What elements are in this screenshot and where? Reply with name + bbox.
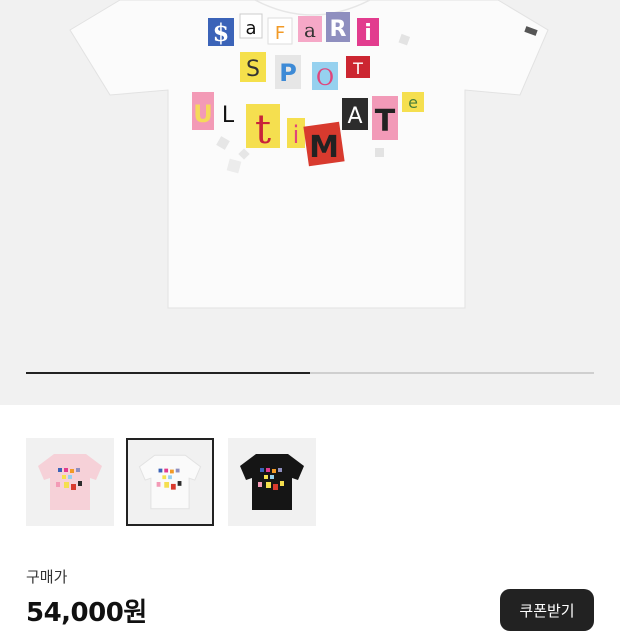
thumbnail-pink[interactable] (26, 438, 114, 526)
svg-text:T: T (375, 104, 396, 139)
tshirt-white-image (138, 454, 202, 510)
product-image-gallery[interactable]: $ a F a R i S P O T U L t i M A T e (0, 0, 620, 405)
svg-text:i: i (364, 21, 372, 46)
svg-text:L: L (222, 103, 235, 128)
gallery-progress-bar (26, 372, 594, 374)
svg-text:P: P (279, 59, 297, 87)
svg-text:i: i (293, 121, 300, 149)
price-value: 54,000원 (26, 598, 147, 628)
svg-text:R: R (330, 17, 347, 42)
svg-text:M: M (309, 130, 339, 165)
tshirt-black-image (240, 454, 304, 510)
thumbnail-black[interactable] (228, 438, 316, 526)
svg-text:S: S (246, 57, 260, 82)
tshirt-pink-image (38, 454, 102, 510)
gallery-progress-fill (26, 372, 310, 374)
svg-text:e: e (408, 93, 418, 112)
svg-text:a: a (245, 18, 256, 39)
svg-text:T: T (352, 59, 363, 78)
thumbnail-white[interactable] (126, 438, 214, 526)
svg-text:$: $ (213, 18, 230, 47)
svg-text:U: U (193, 100, 213, 128)
svg-text:A: A (347, 104, 362, 129)
product-main-image: $ a F a R i S P O T U L t i M A T e (69, 0, 549, 309)
svg-text:a: a (304, 18, 316, 42)
svg-text:O: O (316, 66, 334, 91)
coupon-button[interactable]: 쿠폰받기 (500, 589, 594, 631)
svg-text:t: t (255, 107, 271, 153)
price-label: 구매가 (26, 568, 68, 586)
svg-text:F: F (275, 23, 285, 44)
